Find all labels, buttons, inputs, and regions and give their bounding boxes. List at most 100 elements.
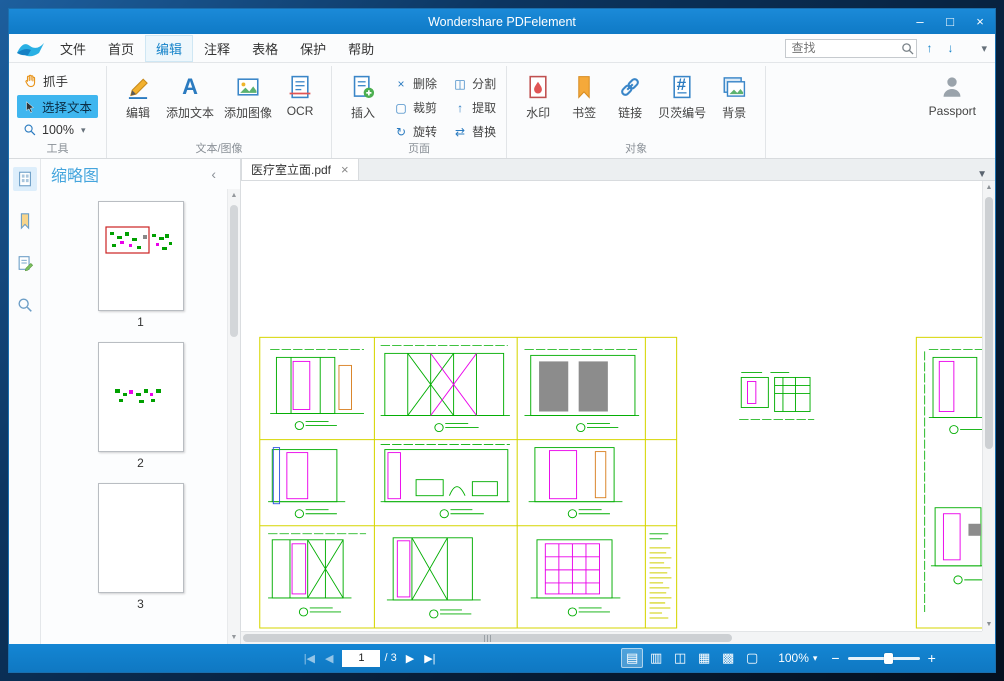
ocr-icon	[287, 73, 314, 100]
app-logo-icon	[17, 43, 44, 57]
bates-numbering-button[interactable]: # 贝茨编号	[653, 69, 711, 125]
tab-home[interactable]: 首页	[97, 35, 145, 62]
close-button[interactable]: ×	[965, 9, 995, 34]
group-label-text-image: 文本/图像	[195, 143, 243, 155]
ribbon-collapse-icon[interactable]: ▾	[981, 42, 987, 55]
insert-page-icon	[350, 73, 377, 100]
vertical-scrollbar-thumb[interactable]	[985, 197, 993, 449]
tab-help[interactable]: 帮助	[337, 35, 385, 62]
extract-page-button[interactable]: ↑ 提取	[453, 99, 496, 116]
find-previous-icon[interactable]: ↑	[920, 41, 938, 55]
link-label: 链接	[618, 106, 643, 120]
rotate-page-button[interactable]: ↻ 旋转	[394, 123, 437, 140]
window-title: Wondershare PDFelement	[428, 14, 576, 29]
thumbnail-page-3[interactable]	[97, 483, 184, 593]
scroll-up-icon[interactable]: ▲	[983, 184, 995, 191]
insert-page-label: 插入	[351, 106, 376, 120]
bates-numbering-label: 贝茨编号	[658, 106, 707, 120]
single-page-view-icon[interactable]: ▤	[621, 648, 644, 668]
annotations-panel-icon[interactable]	[13, 251, 37, 275]
add-text-icon: A	[182, 73, 198, 99]
zoom-value: 100%	[778, 651, 809, 665]
bookmarks-panel-icon[interactable]	[13, 209, 37, 233]
continuous-view-icon[interactable]: ▥	[645, 648, 667, 668]
tab-comment[interactable]: 注释	[193, 35, 241, 62]
zoom-out-button[interactable]: −	[823, 650, 847, 666]
tab-list-icon[interactable]: ▼	[969, 169, 995, 180]
scroll-up-icon[interactable]: ▲	[228, 192, 240, 199]
zoom-slider[interactable]	[847, 652, 920, 664]
full-screen-icon[interactable]: ▢	[741, 648, 763, 668]
split-label: 分割	[472, 77, 497, 91]
fit-width-icon[interactable]: ▩	[717, 648, 739, 668]
background-icon	[721, 73, 748, 100]
find-next-icon[interactable]: ↓	[941, 41, 959, 55]
bookmark-button[interactable]: 书签	[561, 69, 607, 125]
add-text-button[interactable]: A 添加文本	[161, 69, 219, 125]
document-tab[interactable]: 医疗室立面.pdf ×	[241, 158, 359, 180]
background-button[interactable]: 背景	[711, 69, 757, 125]
menu-bar: 文件 首页 编辑 注释 表格 保护 帮助 ↑ ↓ ▾	[9, 34, 995, 63]
add-image-label: 添加图像	[224, 106, 273, 120]
ocr-label: OCR	[286, 104, 314, 118]
thumbnails-panel-title: 缩略图	[51, 168, 100, 185]
link-button[interactable]: 链接	[607, 69, 653, 125]
next-page-button[interactable]: ▶	[401, 652, 419, 665]
group-label-page: 页面	[408, 143, 431, 155]
zoom-level-button[interactable]: 100% ▾	[17, 121, 98, 139]
select-text-label: 选择文本	[42, 101, 93, 115]
page-number-input[interactable]	[342, 649, 381, 667]
hand-tool-label: 抓手	[43, 75, 69, 89]
thumbnails-scrollbar-thumb[interactable]	[230, 205, 238, 337]
maximize-button[interactable]: □	[935, 9, 965, 34]
facing-continuous-view-icon[interactable]: ▦	[693, 648, 715, 668]
passport-button[interactable]: Passport	[924, 69, 981, 122]
vertical-scrollbar[interactable]: ▲ ▼	[982, 181, 995, 631]
edit-button[interactable]: 编辑	[115, 69, 161, 125]
add-text-label: 添加文本	[166, 106, 215, 120]
tab-protect[interactable]: 保护	[289, 35, 337, 62]
zoom-in-button[interactable]: +	[920, 650, 944, 666]
search-input[interactable]	[785, 38, 918, 58]
first-page-button[interactable]: |◀	[299, 652, 320, 665]
thumbnails-panel-icon[interactable]	[12, 167, 37, 191]
previous-page-button[interactable]: ◀	[320, 652, 338, 665]
minimize-button[interactable]: –	[905, 9, 935, 34]
insert-page-button[interactable]: 插入	[340, 69, 386, 125]
crop-label: 裁剪	[413, 101, 438, 115]
panel-collapse-icon[interactable]: ‹	[211, 166, 216, 182]
title-bar[interactable]: Wondershare PDFelement – □ ×	[9, 9, 995, 34]
replace-page-button[interactable]: ⇄ 替换	[453, 123, 496, 140]
search-icon	[902, 42, 914, 55]
scroll-down-icon[interactable]: ▼	[983, 621, 995, 628]
watermark-button[interactable]: 水印	[515, 69, 561, 125]
horizontal-scrollbar[interactable]	[241, 631, 982, 644]
horizontal-scrollbar-thumb[interactable]	[243, 634, 733, 642]
ocr-button[interactable]: OCR	[277, 69, 323, 122]
zoom-dropdown[interactable]: 100% ▾	[778, 651, 817, 665]
add-image-button[interactable]: 添加图像	[219, 69, 277, 125]
thumbnail-page-2[interactable]	[97, 342, 184, 452]
crop-page-button[interactable]: ▢ 裁剪	[394, 99, 437, 116]
document-canvas[interactable]: ▲ ▼	[241, 181, 995, 644]
tab-file[interactable]: 文件	[49, 35, 97, 62]
zoom-slider-knob[interactable]	[883, 652, 893, 664]
facing-pages-view-icon[interactable]: ◫	[669, 648, 691, 668]
last-page-button[interactable]: ▶|	[419, 652, 440, 665]
hand-tool-button[interactable]: 抓手	[17, 69, 98, 92]
tab-edit[interactable]: 编辑	[145, 34, 194, 62]
split-page-button[interactable]: ◫ 分割	[453, 75, 496, 92]
passport-label: Passport	[928, 104, 976, 118]
tab-form[interactable]: 表格	[241, 35, 289, 62]
thumbnail-label-1: 1	[137, 315, 144, 329]
select-text-button[interactable]: 选择文本	[17, 95, 99, 118]
thumbnail-page-1[interactable]	[97, 201, 184, 311]
ribbon-group-text-image: 编辑 A 添加文本 添加图像 OCR 文本/图像	[107, 66, 333, 158]
link-icon	[617, 73, 644, 100]
thumbnails-scrollbar[interactable]: ▲ ▼	[227, 189, 240, 644]
tab-close-icon[interactable]: ×	[341, 163, 349, 176]
search-panel-icon[interactable]	[13, 293, 37, 317]
text-cursor-icon	[26, 100, 35, 113]
delete-page-button[interactable]: × 删除	[394, 75, 438, 92]
scroll-down-icon[interactable]: ▼	[228, 634, 240, 641]
